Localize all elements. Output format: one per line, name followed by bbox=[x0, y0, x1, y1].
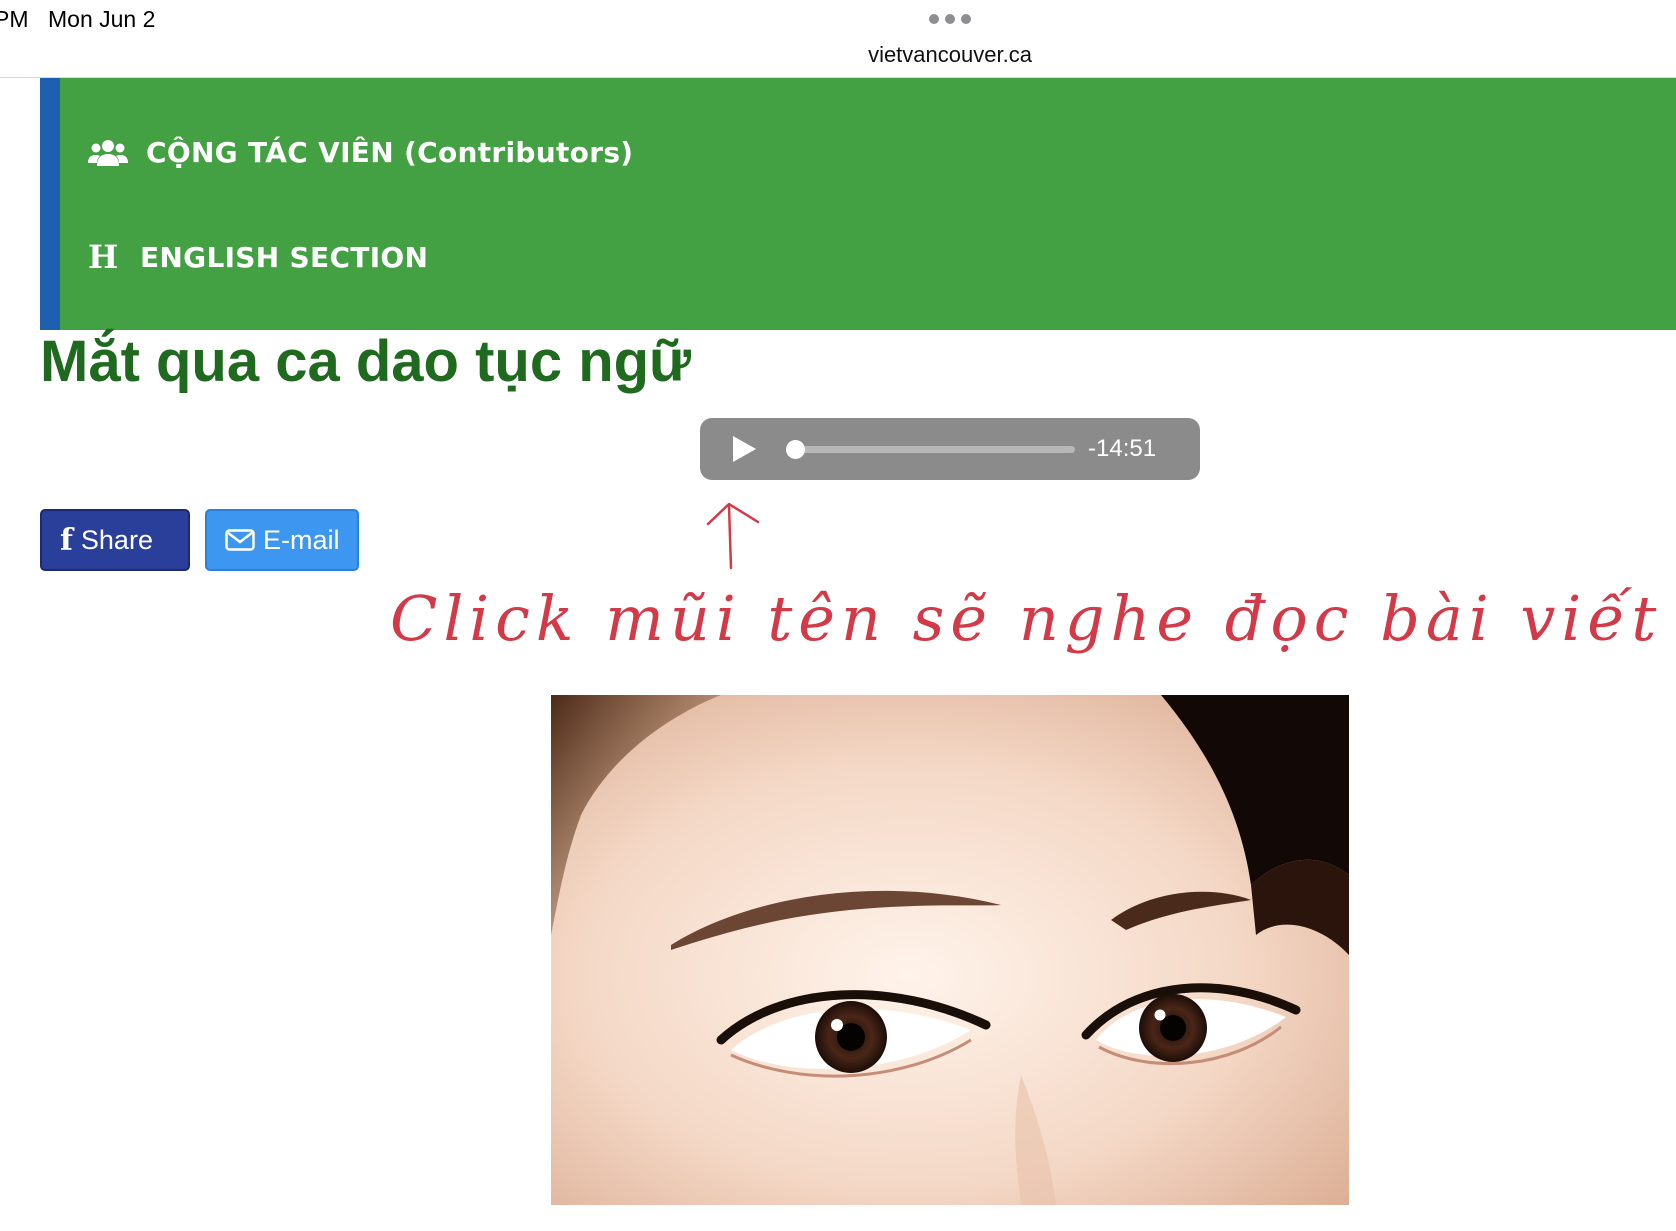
facebook-share-label: Share bbox=[80, 524, 153, 555]
article-title: Mắt qua ca dao tục ngữ bbox=[40, 329, 692, 394]
facebook-icon: f bbox=[60, 522, 73, 558]
article-photo-eyes bbox=[551, 695, 1349, 1205]
status-time: PM bbox=[0, 6, 29, 32]
handwritten-annotation: Click mũi tên sẽ nghe đọc bài viết bbox=[390, 582, 1663, 655]
facebook-share-button[interactable]: f Share bbox=[40, 509, 190, 571]
nav-item-label: CỘNG TÁC VIÊN (Contributors) bbox=[146, 136, 634, 169]
h-icon: H bbox=[88, 238, 119, 276]
nav-item-contributors[interactable]: CỘNG TÁC VIÊN (Contributors) bbox=[88, 136, 633, 169]
play-icon[interactable] bbox=[730, 435, 758, 463]
users-icon bbox=[88, 137, 128, 169]
status-date: Mon Jun 2 bbox=[48, 6, 156, 32]
annotation-arrow-icon bbox=[706, 502, 760, 570]
email-share-label: E-mail bbox=[263, 524, 340, 555]
nav-item-label: ENGLISH SECTION bbox=[140, 240, 429, 274]
more-dots-icon[interactable] bbox=[929, 14, 971, 24]
audio-progress-knob[interactable] bbox=[786, 440, 805, 459]
main-navigation: CỘNG TÁC VIÊN (Contributors) H ENGLISH S… bbox=[40, 78, 1676, 330]
nav-item-english-section[interactable]: H ENGLISH SECTION bbox=[88, 238, 428, 276]
address-bar-url[interactable]: vietvancouver.ca bbox=[0, 42, 1676, 68]
browser-status-bar: PM Mon Jun 2 vietvancouver.ca bbox=[0, 0, 1676, 78]
audio-progress-track[interactable] bbox=[790, 446, 1075, 453]
audio-player: -14:51 bbox=[700, 418, 1200, 480]
mail-icon bbox=[225, 529, 255, 551]
audio-time-remaining: -14:51 bbox=[1088, 435, 1157, 462]
email-share-button[interactable]: E-mail bbox=[205, 509, 359, 571]
